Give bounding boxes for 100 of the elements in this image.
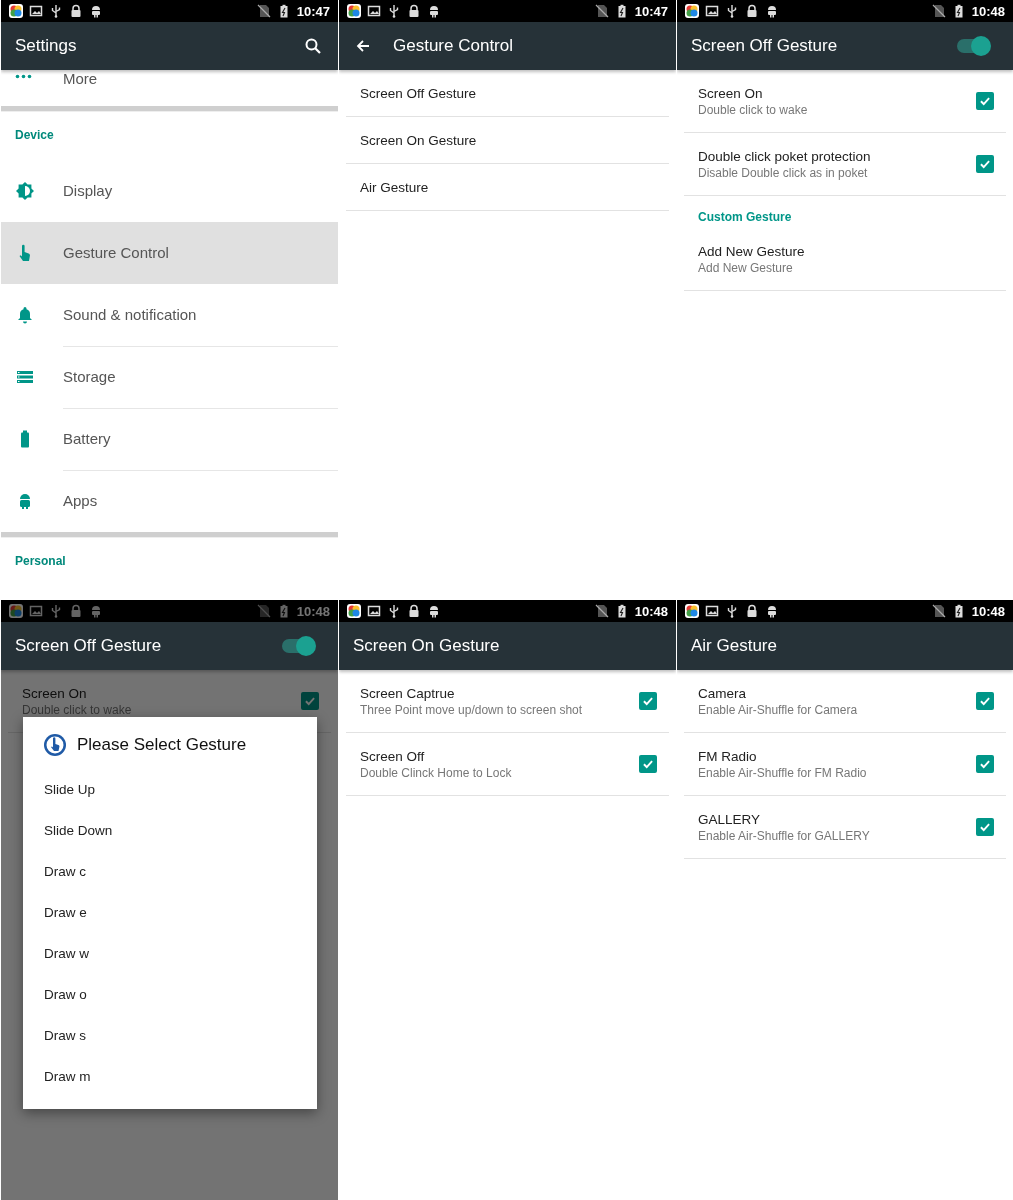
screen-title: Screen Off Gesture bbox=[15, 636, 162, 656]
list-item[interactable]: Add New Gesture Add New Gesture bbox=[684, 228, 1006, 291]
list-item[interactable]: Air Gesture bbox=[346, 164, 669, 211]
gesture-option[interactable]: Draw e bbox=[23, 892, 317, 933]
no-sim-icon bbox=[256, 4, 271, 18]
checkbox[interactable] bbox=[976, 818, 994, 836]
item-title: Screen Off Gesture bbox=[360, 85, 478, 101]
android-icon bbox=[89, 604, 103, 618]
item-subtitle: Double Clinck Home to Lock bbox=[360, 765, 513, 780]
item-title: GALLERY bbox=[698, 811, 762, 827]
item-title: Screen On bbox=[698, 85, 764, 101]
gesture-option[interactable]: Draw s bbox=[23, 1015, 317, 1056]
no-sim-icon bbox=[256, 604, 271, 618]
app-icon bbox=[685, 604, 699, 618]
item-title: Camera bbox=[698, 685, 747, 701]
gesture-option[interactable]: Slide Down bbox=[23, 810, 317, 851]
usb-icon bbox=[725, 604, 739, 618]
image-icon bbox=[29, 4, 43, 18]
lock-icon bbox=[69, 4, 83, 18]
item-title: Screen Off bbox=[360, 748, 426, 764]
item-title: FM Radio bbox=[698, 748, 758, 764]
image-icon bbox=[705, 4, 719, 18]
no-sim-icon bbox=[931, 4, 946, 18]
app-icon bbox=[347, 604, 361, 618]
item-subtitle: Disable Double click as in poket bbox=[698, 165, 869, 180]
status-time: 10:48 bbox=[634, 603, 668, 619]
back-arrow-icon[interactable] bbox=[355, 38, 371, 54]
lock-icon bbox=[745, 4, 759, 18]
item-title: Double click poket protection bbox=[698, 148, 872, 164]
search-icon[interactable] bbox=[304, 37, 322, 55]
list-item[interactable]: Screen On Gesture bbox=[346, 117, 669, 164]
item-subtitle: Three Point move up/down to screen shot bbox=[360, 702, 584, 717]
checkbox[interactable] bbox=[976, 92, 994, 110]
item-subtitle: Enable Air-Shuffle for GALLERY bbox=[698, 828, 871, 843]
item-subtitle: Double click to wake bbox=[22, 702, 133, 717]
list-item[interactable]: Screen On Double click to wake bbox=[684, 70, 1006, 133]
image-icon bbox=[29, 604, 43, 618]
section-header: Custom Gesture bbox=[697, 209, 793, 226]
list-item[interactable]: Camera Enable Air-Shuffle for Camera bbox=[684, 670, 1006, 733]
gesture-option[interactable]: Draw c bbox=[23, 851, 317, 892]
no-sim-icon bbox=[594, 604, 609, 618]
list-item[interactable]: Double click poket protection Disable Double click as in poket bbox=[684, 133, 1006, 196]
section-header: Personal bbox=[14, 553, 67, 570]
usb-icon bbox=[387, 604, 401, 618]
list-item[interactable]: FM Radio Enable Air-Shuffle for FM Radio bbox=[684, 733, 1006, 796]
item-subtitle: Enable Air-Shuffle for FM Radio bbox=[698, 765, 868, 780]
item-title: Screen Captrue bbox=[360, 685, 456, 701]
list-item[interactable]: Screen Off Gesture bbox=[346, 70, 669, 117]
usb-icon bbox=[49, 604, 63, 618]
android-icon bbox=[89, 4, 103, 18]
status-time: 10:48 bbox=[971, 603, 1005, 619]
lock-icon bbox=[407, 604, 421, 618]
lock-icon bbox=[69, 604, 83, 618]
status-time: 10:48 bbox=[296, 603, 330, 619]
screen-title: Screen On Gesture bbox=[353, 636, 500, 656]
item-title: Air Gesture bbox=[360, 179, 430, 195]
item-subtitle: Enable Air-Shuffle for Camera bbox=[698, 702, 859, 717]
gesture-option[interactable]: Slide Up bbox=[23, 769, 317, 810]
image-icon bbox=[367, 4, 381, 18]
gesture-option[interactable]: Draw w bbox=[23, 933, 317, 974]
image-icon bbox=[705, 604, 719, 618]
android-icon bbox=[765, 4, 779, 18]
section-header: Device bbox=[14, 127, 55, 144]
list-item[interactable]: Screen Off Double Clinck Home to Lock bbox=[346, 733, 669, 796]
app-icon bbox=[9, 4, 23, 18]
gesture-option[interactable]: Draw o bbox=[23, 974, 317, 1015]
android-icon bbox=[427, 4, 441, 18]
gesture-option[interactable]: Draw m bbox=[23, 1056, 317, 1097]
no-sim-icon bbox=[931, 604, 946, 618]
lock-icon bbox=[407, 4, 421, 18]
usb-icon bbox=[387, 4, 401, 18]
app-icon bbox=[347, 4, 361, 18]
android-icon bbox=[427, 604, 441, 618]
hand-pointer-icon bbox=[43, 733, 67, 757]
checkbox[interactable] bbox=[976, 755, 994, 773]
status-time: 10:47 bbox=[634, 3, 668, 19]
app-icon bbox=[9, 604, 23, 618]
item-subtitle: Add New Gesture bbox=[698, 260, 794, 275]
checkbox[interactable] bbox=[639, 755, 657, 773]
status-time: 10:48 bbox=[971, 3, 1005, 19]
item-subtitle: Double click to wake bbox=[698, 102, 809, 117]
usb-icon bbox=[725, 4, 739, 18]
item-title: Add New Gesture bbox=[698, 243, 806, 259]
item-title: Screen On Gesture bbox=[360, 132, 478, 148]
brightness-icon bbox=[15, 181, 35, 201]
settings-item[interactable]: Gesture Control bbox=[1, 222, 338, 284]
more-dots-icon bbox=[15, 74, 32, 79]
checkbox[interactable] bbox=[301, 692, 319, 710]
list-item[interactable]: Screen Captrue Three Point move up/down to screen shot bbox=[346, 670, 669, 733]
screen-title: Air Gesture bbox=[691, 636, 777, 656]
image-icon bbox=[367, 604, 381, 618]
screen-title: Gesture Control bbox=[393, 36, 513, 56]
list-item[interactable]: GALLERY Enable Air-Shuffle for GALLERY bbox=[684, 796, 1006, 859]
settings-item[interactable]: More bbox=[1, 70, 338, 106]
checkbox[interactable] bbox=[976, 692, 994, 710]
lock-icon bbox=[745, 604, 759, 618]
screen-title: Screen Off Gesture bbox=[691, 36, 838, 56]
checkbox[interactable] bbox=[976, 155, 994, 173]
status-time: 10:47 bbox=[296, 3, 330, 19]
checkbox[interactable] bbox=[639, 692, 657, 710]
